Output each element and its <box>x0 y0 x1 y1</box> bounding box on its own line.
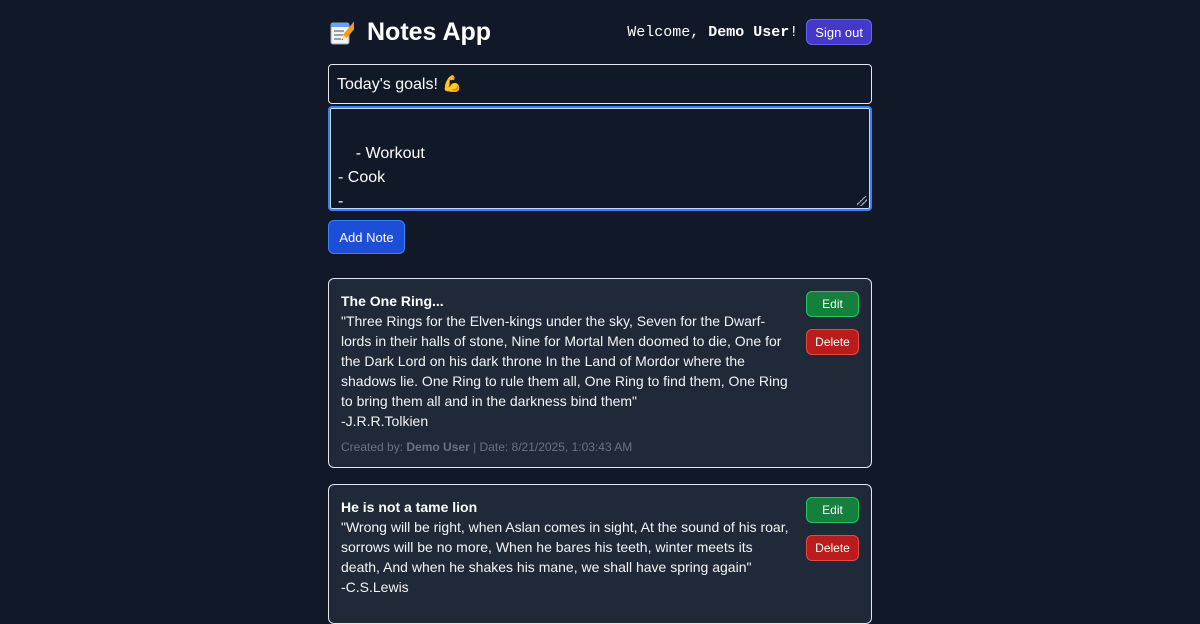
notepad-icon <box>330 20 358 46</box>
note-card: The One Ring... "Three Rings for the Elv… <box>328 278 872 468</box>
add-note-button[interactable]: Add Note <box>328 220 405 254</box>
note-date: | Date: 8/21/2025, 1:03:43 AM <box>469 440 633 454</box>
delete-button[interactable]: Delete <box>806 329 859 355</box>
created-by-label: Created by: <box>341 440 407 454</box>
note-title: He is not a tame lion <box>341 499 478 515</box>
sign-out-button[interactable]: Sign out <box>806 19 872 45</box>
welcome-prefix: Welcome, <box>627 23 709 41</box>
note-body-value: - Workout - Cook - <box>338 145 425 210</box>
note-body: "Three Rings for the Elven-kings under t… <box>341 313 788 429</box>
edit-button[interactable]: Edit <box>806 291 859 317</box>
resize-grip-icon[interactable] <box>857 196 867 206</box>
app-title-text: Notes App <box>367 18 492 46</box>
header: Notes App Welcome, Demo User! Sign out <box>328 16 872 52</box>
note-content: He is not a tame lion "Wrong will be rig… <box>341 497 791 597</box>
note-title-value: Today's goals! 💪 <box>337 76 463 93</box>
user-area: Welcome, Demo User! Sign out <box>627 19 872 45</box>
note-body: "Wrong will be right, when Aslan comes i… <box>341 519 789 595</box>
note-meta: Created by: Demo User | Date: 8/21/2025,… <box>341 439 791 455</box>
created-by-user: Demo User <box>406 440 470 454</box>
app-title: Notes App <box>330 18 491 47</box>
note-body-textarea[interactable]: - Workout - Cook - <box>328 106 872 211</box>
note-title-input[interactable]: Today's goals! 💪 <box>328 64 872 104</box>
delete-button[interactable]: Delete <box>806 535 859 561</box>
edit-button[interactable]: Edit <box>806 497 859 523</box>
note-title: The One Ring... <box>341 293 444 309</box>
note-content: The One Ring... "Three Rings for the Elv… <box>341 291 791 455</box>
welcome-text: Welcome, Demo User! <box>627 24 798 41</box>
welcome-suffix: ! <box>789 23 799 41</box>
user-name: Demo User <box>708 23 790 41</box>
note-card: He is not a tame lion "Wrong will be rig… <box>328 484 872 624</box>
